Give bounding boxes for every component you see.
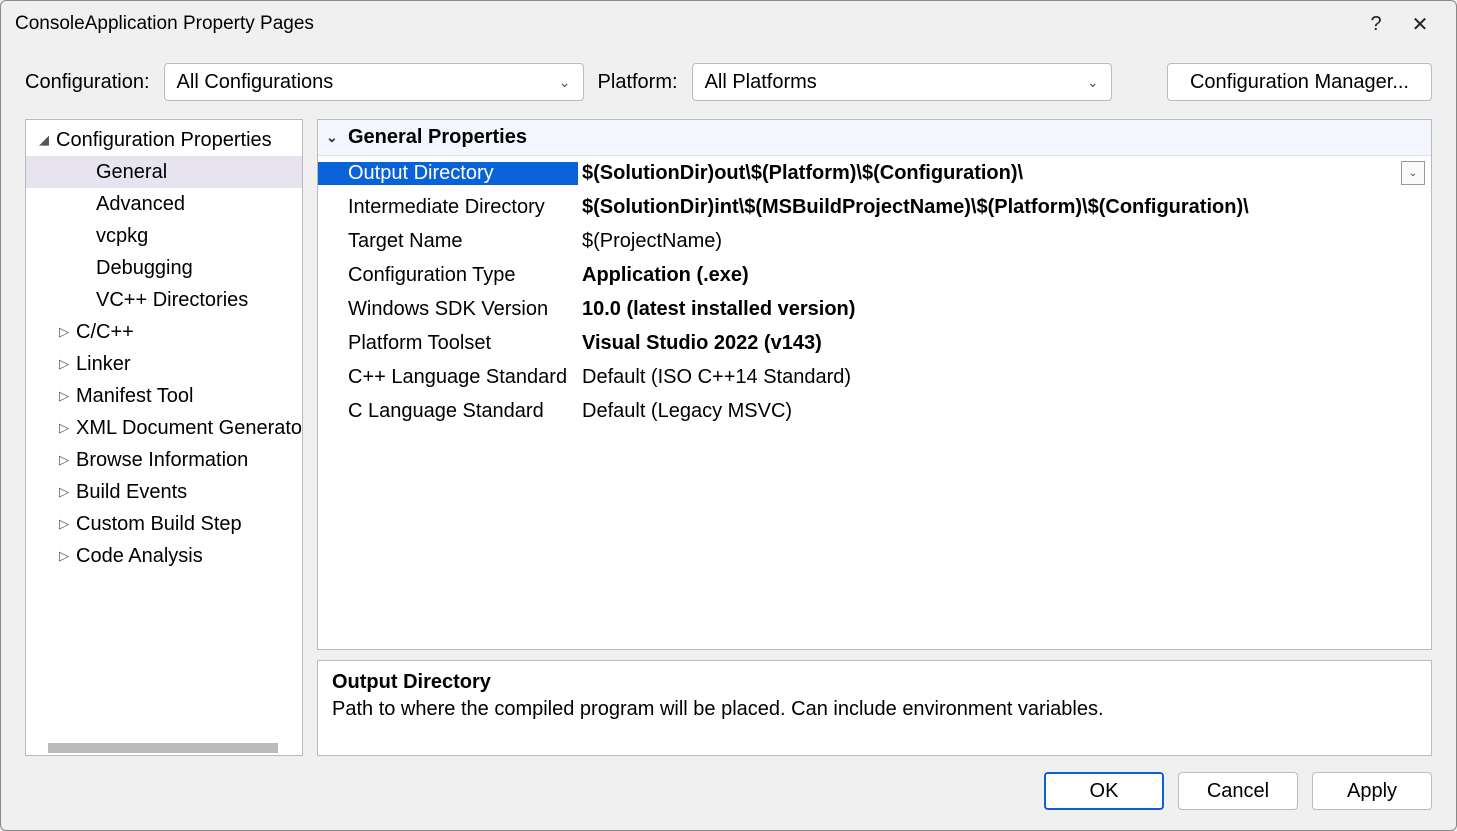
horizontal-scrollbar-thumb[interactable] [48, 743, 278, 753]
chevron-down-icon: ⌄ [559, 74, 571, 91]
property-row[interactable]: Configuration TypeApplication (.exe) [318, 258, 1431, 292]
property-row[interactable]: C++ Language StandardDefault (ISO C++14 … [318, 360, 1431, 394]
right-panel: ⌄ General Properties Output Directory$(S… [317, 119, 1432, 756]
property-row[interactable]: Windows SDK Version10.0 (latest installe… [318, 292, 1431, 326]
tree-item[interactable]: ▷Code Analysis [26, 540, 303, 572]
property-pages-window: ConsoleApplication Property Pages ? ✕ Co… [0, 0, 1457, 831]
property-row[interactable]: Platform ToolsetVisual Studio 2022 (v143… [318, 326, 1431, 360]
property-label: Intermediate Directory [318, 196, 578, 219]
footer: OK Cancel Apply [1, 756, 1456, 830]
grid-section-header[interactable]: ⌄ General Properties [318, 120, 1431, 156]
tree-item-label: Browse Information [76, 449, 248, 472]
main-area: ◢ Configuration Properties General Advanc… [1, 119, 1456, 756]
tree-root-label: Configuration Properties [56, 129, 272, 152]
tree-item[interactable]: ▷Browse Information [26, 444, 303, 476]
tree-item-label: Code Analysis [76, 545, 203, 568]
property-label: Target Name [318, 230, 578, 253]
property-value[interactable]: $(ProjectName) [578, 230, 1431, 253]
tree-item-label: Manifest Tool [76, 385, 193, 408]
property-row[interactable]: Target Name$(ProjectName) [318, 224, 1431, 258]
tree-item-label: vcpkg [96, 225, 148, 248]
toolbar: Configuration: All Configurations ⌄ Plat… [1, 47, 1456, 119]
property-label: Configuration Type [318, 264, 578, 287]
tree-root[interactable]: ◢ Configuration Properties [26, 124, 303, 156]
tree-item-label: C/C++ [76, 321, 134, 344]
property-value[interactable]: Default (ISO C++14 Standard) [578, 366, 1431, 389]
apply-button[interactable]: Apply [1312, 772, 1432, 810]
help-icon[interactable]: ? [1354, 13, 1398, 36]
tree-item-label: Build Events [76, 481, 187, 504]
description-text: Path to where the compiled program will … [332, 698, 1417, 721]
titlebar: ConsoleApplication Property Pages ? ✕ [1, 1, 1456, 47]
tree-item[interactable]: ▷Custom Build Step [26, 508, 303, 540]
platform-select[interactable]: All Platforms ⌄ [692, 63, 1112, 101]
configuration-select[interactable]: All Configurations ⌄ [164, 63, 584, 101]
property-value[interactable]: 10.0 (latest installed version) [578, 298, 1431, 321]
expand-icon[interactable]: ▷ [56, 420, 72, 436]
collapse-icon[interactable]: ◢ [36, 132, 52, 148]
tree-item[interactable]: Advanced [26, 188, 303, 220]
expand-icon[interactable]: ▷ [56, 324, 72, 340]
tree-item-label: Advanced [96, 193, 185, 216]
property-value[interactable]: Default (Legacy MSVC) [578, 400, 1431, 423]
tree-item-label: VC++ Directories [96, 289, 248, 312]
property-label: Windows SDK Version [318, 298, 578, 321]
tree-item-label: Linker [76, 353, 130, 376]
expand-icon[interactable]: ▷ [56, 388, 72, 404]
window-title: ConsoleApplication Property Pages [15, 13, 1354, 35]
tree-item[interactable]: ▷Manifest Tool [26, 380, 303, 412]
tree-item[interactable]: VC++ Directories [26, 284, 303, 316]
property-label: C++ Language Standard [318, 366, 578, 389]
expand-icon[interactable]: ▷ [56, 516, 72, 532]
tree-item[interactable]: vcpkg [26, 220, 303, 252]
tree-item[interactable]: Debugging [26, 252, 303, 284]
property-label: Platform Toolset [318, 332, 578, 355]
property-value[interactable]: Application (.exe) [578, 264, 1431, 287]
dropdown-icon[interactable]: ⌄ [1401, 161, 1425, 185]
tree-item-label: Debugging [96, 257, 193, 280]
platform-label: Platform: [598, 71, 678, 94]
tree-item-label: Custom Build Step [76, 513, 242, 536]
tree-item[interactable]: ▷Build Events [26, 476, 303, 508]
configuration-manager-button[interactable]: Configuration Manager... [1167, 63, 1432, 101]
chevron-down-icon: ⌄ [1087, 74, 1099, 91]
property-label: C Language Standard [318, 400, 578, 423]
property-row[interactable]: Intermediate Directory$(SolutionDir)int\… [318, 190, 1431, 224]
expand-icon[interactable]: ▷ [56, 484, 72, 500]
configuration-label: Configuration: [25, 71, 150, 94]
tree-item[interactable]: ▷XML Document Generator [26, 412, 303, 444]
expand-icon[interactable]: ▷ [56, 356, 72, 372]
category-tree[interactable]: ◢ Configuration Properties General Advanc… [25, 119, 303, 756]
tree-item[interactable]: General [26, 156, 303, 188]
platform-value: All Platforms [705, 71, 817, 94]
ok-button[interactable]: OK [1044, 772, 1164, 810]
grid-section-title: General Properties [348, 126, 527, 149]
chevron-down-icon: ⌄ [326, 129, 348, 146]
tree-item[interactable]: ▷Linker [26, 348, 303, 380]
description-title: Output Directory [332, 671, 1417, 694]
property-row[interactable]: Output Directory$(SolutionDir)out\$(Plat… [318, 156, 1431, 190]
cancel-button[interactable]: Cancel [1178, 772, 1298, 810]
expand-icon[interactable]: ▷ [56, 452, 72, 468]
close-icon[interactable]: ✕ [1398, 12, 1442, 37]
tree-item[interactable]: ▷C/C++ [26, 316, 303, 348]
tree-item-label: XML Document Generator [76, 417, 303, 440]
property-value[interactable]: Visual Studio 2022 (v143) [578, 332, 1431, 355]
expand-icon[interactable]: ▷ [56, 548, 72, 564]
description-panel: Output Directory Path to where the compi… [317, 660, 1432, 756]
tree-item-label: General [96, 161, 167, 184]
property-grid[interactable]: ⌄ General Properties Output Directory$(S… [317, 119, 1432, 650]
property-label: Output Directory [318, 162, 578, 185]
property-value[interactable]: $(SolutionDir)int\$(MSBuildProjectName)\… [578, 196, 1431, 219]
property-row[interactable]: C Language StandardDefault (Legacy MSVC) [318, 394, 1431, 428]
property-value[interactable]: $(SolutionDir)out\$(Platform)\$(Configur… [578, 162, 1401, 185]
configuration-value: All Configurations [177, 71, 334, 94]
